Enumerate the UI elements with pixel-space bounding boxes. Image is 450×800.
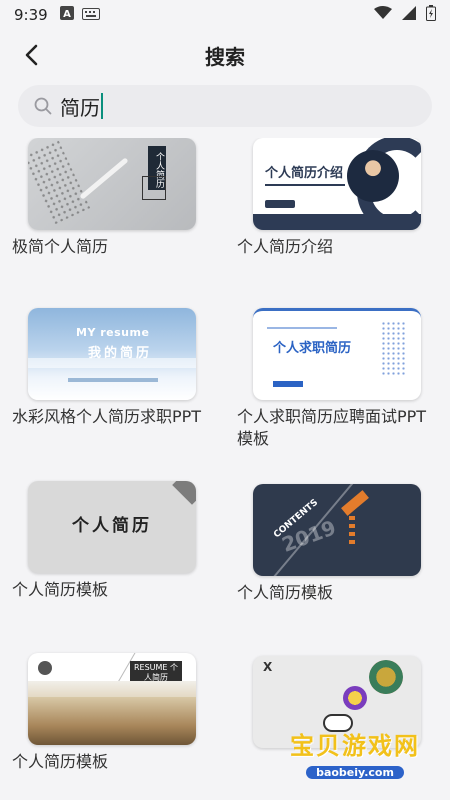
result-thumbnail[interactable]: 个人简历 xyxy=(28,481,196,573)
result-title[interactable]: 个人简历模板 xyxy=(12,579,212,601)
back-button[interactable] xyxy=(14,38,48,72)
thumb-label: MY resume xyxy=(76,326,150,339)
result-card[interactable]: CONTENTS 2019 个人简历模板 xyxy=(225,484,450,644)
result-card[interactable]: 个人简历 个人简历模板 xyxy=(0,481,225,641)
thumb-label: 个人求职简历 xyxy=(273,341,352,356)
results-grid: 个人简历 极简个人简历 个人简历介绍 个人简历介绍 MY resume 我的简历… xyxy=(0,138,450,800)
status-left-icons: A xyxy=(59,6,100,24)
result-title[interactable]: 个人简历模板 xyxy=(237,582,437,604)
result-thumbnail[interactable]: CONTENTS 2019 xyxy=(253,484,421,576)
back-arrow-icon xyxy=(25,44,38,66)
result-thumbnail[interactable]: 个人求职简历 xyxy=(253,308,421,400)
wifi-icon xyxy=(374,6,392,24)
search-icon xyxy=(34,97,52,115)
result-thumbnail[interactable]: RESUME 个人简历 xyxy=(28,653,196,745)
status-right xyxy=(374,5,436,25)
result-thumbnail[interactable]: 个人简历 xyxy=(28,138,196,230)
search-query[interactable]: 简历 xyxy=(60,92,100,121)
watermark-logo: 宝贝游戏网 baobeiy.com xyxy=(270,726,440,786)
result-card[interactable]: 个人求职简历 个人求职简历应聘面试PPT模板 xyxy=(225,308,450,468)
status-time: 9:39 xyxy=(14,6,48,24)
result-thumbnail[interactable]: 个人简历介绍 xyxy=(253,138,421,230)
svg-text:A: A xyxy=(63,9,71,20)
watermark-url: baobeiy.com xyxy=(306,766,404,779)
thumb-label: X xyxy=(263,660,273,674)
result-title[interactable]: 个人简历介绍 xyxy=(237,236,437,258)
app-a-icon: A xyxy=(59,6,74,24)
keyboard-icon xyxy=(81,6,100,24)
thumb-label: 个人简历 xyxy=(72,516,152,536)
result-card[interactable]: 个人简历介绍 个人简历介绍 xyxy=(225,138,450,298)
result-title[interactable]: 个人求职简历应聘面试PPT模板 xyxy=(237,406,437,450)
text-caret xyxy=(101,93,103,119)
result-card[interactable]: RESUME 个人简历 个人简历模板 xyxy=(0,653,225,800)
result-title[interactable]: 水彩风格个人简历求职PPT xyxy=(12,406,212,428)
watermark-text: 宝贝游戏网 xyxy=(290,732,420,760)
result-title[interactable]: 极简个人简历 xyxy=(12,236,212,258)
header: 搜索 xyxy=(0,30,450,80)
result-card[interactable]: MY resume 我的简历 水彩风格个人简历求职PPT xyxy=(0,308,225,468)
thumb-label: 个人简历介绍 xyxy=(265,166,344,181)
thumb-label: 我的简历 xyxy=(88,346,153,361)
page-title: 搜索 xyxy=(205,44,245,69)
result-thumbnail[interactable]: MY resume 我的简历 xyxy=(28,308,196,400)
result-card[interactable]: 个人简历 极简个人简历 xyxy=(0,138,225,298)
battery-icon xyxy=(426,5,436,25)
signal-icon xyxy=(402,6,416,24)
status-bar: 9:39 A xyxy=(0,0,450,30)
search-input[interactable]: 简历 xyxy=(18,85,432,127)
result-title[interactable]: 个人简历模板 xyxy=(12,751,212,773)
